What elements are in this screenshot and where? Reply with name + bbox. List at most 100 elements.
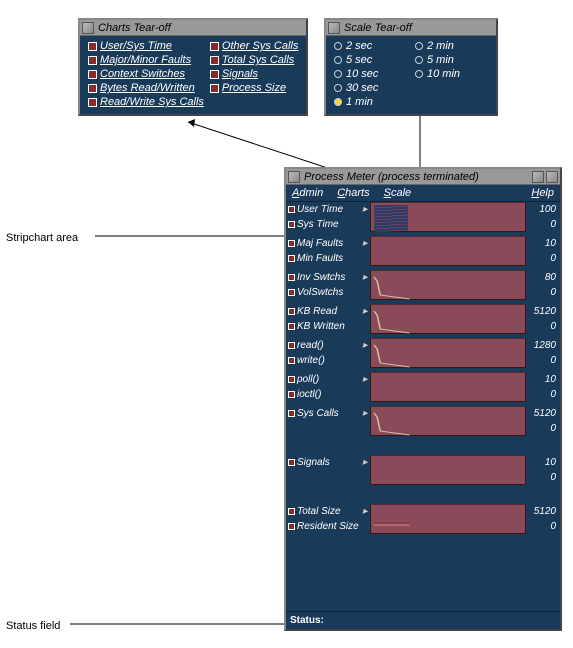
checkbox-icon (88, 70, 97, 79)
row-label-text: Maj Faults (297, 238, 343, 249)
chart-row-label[interactable]: KB Read (286, 304, 360, 319)
charts-option[interactable]: Signals (210, 68, 298, 80)
scale-option[interactable]: 2 min (415, 40, 488, 52)
radio-icon (334, 70, 342, 78)
status-label: Status: (290, 615, 324, 626)
expander-icon[interactable]: ▸ (360, 372, 370, 387)
callout-status: Status field (6, 620, 60, 632)
row-label-text: VolSwtchs (297, 287, 343, 298)
expander-icon[interactable]: ▸ (360, 338, 370, 353)
stripchart (370, 217, 526, 232)
menu-charts[interactable]: Charts (337, 187, 369, 199)
option-label: Major/Minor Faults (100, 54, 191, 66)
expander-icon[interactable]: ▸ (360, 406, 370, 421)
window-menu-icon[interactable] (288, 171, 300, 183)
stripchart (370, 319, 526, 334)
radio-icon (415, 70, 423, 78)
checkbox-icon (288, 357, 295, 364)
checkbox-icon (288, 255, 295, 262)
expander-icon[interactable]: ▸ (360, 455, 370, 470)
expander-icon[interactable]: ▸ (360, 236, 370, 251)
charts-option[interactable]: User/Sys Time (88, 40, 204, 52)
checkbox-icon (288, 459, 295, 466)
chart-row-label[interactable]: Min Faults (286, 251, 360, 266)
stripchart (370, 338, 526, 353)
scale-option[interactable]: 10 min (415, 68, 488, 80)
charts-option[interactable]: Context Switches (88, 68, 204, 80)
charts-option[interactable]: Total Sys Calls (210, 54, 298, 66)
stripchart (370, 372, 526, 387)
option-label: 5 sec (346, 54, 372, 66)
scale-option[interactable]: 5 sec (334, 54, 407, 66)
chart-row-label[interactable] (286, 470, 360, 485)
chart-row-label[interactable] (286, 421, 360, 436)
checkbox-icon (210, 84, 219, 93)
checkbox-icon (288, 410, 295, 417)
chart-row-label[interactable]: Total Size (286, 504, 360, 519)
chart-row-label[interactable]: Sys Calls (286, 406, 360, 421)
stripchart (370, 387, 526, 402)
charts-option[interactable]: Major/Minor Faults (88, 54, 204, 66)
menu-help[interactable]: Help (531, 187, 554, 199)
scale-option[interactable]: 1 min (334, 96, 407, 108)
chart-value: 10 (526, 455, 560, 470)
chart-row-label[interactable]: Signals (286, 455, 360, 470)
charts-option[interactable]: Read/Write Sys Calls (88, 96, 204, 108)
chart-row-label[interactable]: poll() (286, 372, 360, 387)
chart-row-label[interactable]: User Time (286, 202, 360, 217)
chart-value: 5120 (526, 304, 560, 319)
expander-icon[interactable]: ▸ (360, 304, 370, 319)
chart-row-label[interactable]: write() (286, 353, 360, 368)
charts-tearoff-titlebar[interactable]: Charts Tear-off (80, 20, 306, 36)
process-meter-title: Process Meter (process terminated) (304, 171, 479, 183)
window-menu-icon[interactable] (328, 22, 340, 34)
expander-icon[interactable]: ▸ (360, 202, 370, 217)
charts-option[interactable]: Bytes Read/Written (88, 82, 204, 94)
minimize-icon[interactable] (532, 171, 544, 183)
scale-tearoff-titlebar[interactable]: Scale Tear-off (326, 20, 496, 36)
maximize-icon[interactable] (546, 171, 558, 183)
chart-value: 80 (526, 270, 560, 285)
chart-row-label[interactable]: ioctl() (286, 387, 360, 402)
charts-option[interactable]: Process Size (210, 82, 298, 94)
chart-pair: KB Read▸5120KB Written0 (286, 304, 560, 334)
scale-tearoff-window: Scale Tear-off 2 sec 2 min 5 sec 5 min 10 se… (324, 18, 498, 116)
process-meter-window: Process Meter (process terminated) Admin… (284, 167, 562, 631)
checkbox-icon (288, 323, 295, 330)
chart-row-label[interactable]: Sys Time (286, 217, 360, 232)
checkbox-icon (288, 308, 295, 315)
radio-icon (415, 42, 423, 50)
checkbox-icon (88, 98, 97, 107)
checkbox-icon (288, 274, 295, 281)
scale-tearoff-title: Scale Tear-off (344, 22, 412, 34)
chart-row-label[interactable]: Resident Size (286, 519, 360, 534)
chart-row-label[interactable]: read() (286, 338, 360, 353)
chart-row-label[interactable]: VolSwtchs (286, 285, 360, 300)
chart-row-label[interactable]: KB Written (286, 319, 360, 334)
charts-option[interactable]: Other Sys Calls (210, 40, 298, 52)
expander-icon[interactable]: ▸ (360, 270, 370, 285)
scale-option[interactable]: 10 sec (334, 68, 407, 80)
chart-row-label[interactable]: Maj Faults (286, 236, 360, 251)
row-label-text: Total Size (297, 506, 341, 517)
chart-value: 0 (526, 217, 560, 232)
row-label-text: Inv Swtchs (297, 272, 345, 283)
chart-pair: read()▸1280write()0 (286, 338, 560, 368)
menu-admin[interactable]: Admin (292, 187, 323, 199)
row-label-text: User Time (297, 204, 343, 215)
scale-option[interactable]: 2 sec (334, 40, 407, 52)
expander-icon[interactable]: ▸ (360, 504, 370, 519)
stripchart (370, 519, 526, 534)
menu-scale[interactable]: Scale (384, 187, 412, 199)
chart-value: 0 (526, 251, 560, 266)
process-meter-titlebar[interactable]: Process Meter (process terminated) (286, 169, 560, 185)
scale-option[interactable]: 30 sec (334, 82, 407, 94)
window-menu-icon[interactable] (82, 22, 94, 34)
chart-value: 0 (526, 519, 560, 534)
radio-icon (334, 84, 342, 92)
chart-row-label[interactable]: Inv Swtchs (286, 270, 360, 285)
chart-pair: Signals▸100 (286, 455, 560, 500)
menubar: Admin Charts Scale Help (286, 185, 560, 202)
scale-option[interactable]: 5 min (415, 54, 488, 66)
charts-tearoff-title: Charts Tear-off (98, 22, 171, 34)
